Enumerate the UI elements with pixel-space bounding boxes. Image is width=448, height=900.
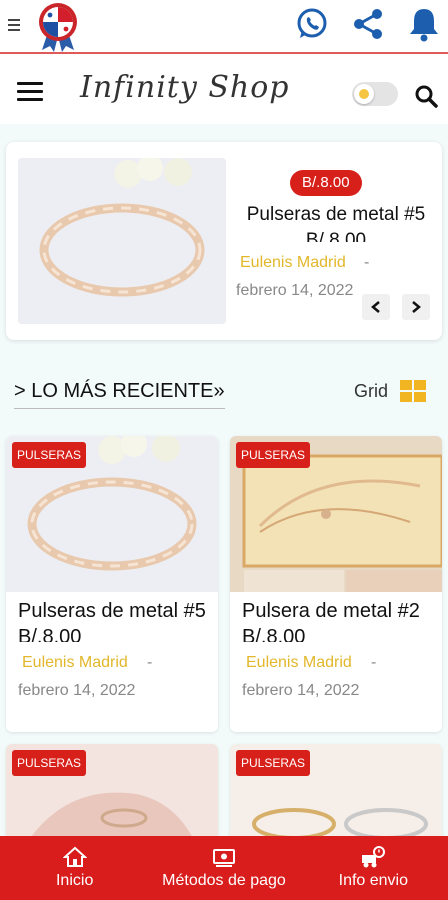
post-title[interactable]: Pulsera de metal #2 B/.8.00 — [242, 598, 438, 642]
post-separator: - — [371, 654, 377, 671]
hamburger-icon[interactable] — [17, 82, 43, 102]
nav-metodos-pago[interactable]: Métodos de pago — [149, 836, 298, 900]
grid-label: Grid — [354, 380, 389, 401]
featured-date: febrero 14, 2022 — [236, 282, 354, 299]
featured-slider[interactable]: B/.8.00 Pulseras de metal #5 B/.8.00 Eul… — [6, 142, 442, 340]
bell-icon[interactable] — [406, 6, 442, 42]
featured-author[interactable]: Eulenis Madrid — [240, 254, 346, 272]
search-icon[interactable] — [414, 84, 438, 108]
sun-icon — [354, 84, 374, 104]
featured-image[interactable] — [18, 158, 226, 324]
nav-label: Métodos de pago — [162, 872, 286, 889]
post-separator: - — [147, 654, 153, 671]
flag-badge-icon — [39, 3, 77, 52]
post-card[interactable]: PULSERAS — [6, 744, 218, 836]
payment-icon — [212, 849, 235, 867]
delivery-icon — [362, 846, 386, 868]
category-badge[interactable]: PULSERAS — [236, 442, 311, 468]
home-icon — [62, 846, 87, 867]
share-icon[interactable] — [350, 6, 386, 42]
menu-icon[interactable] — [8, 16, 22, 36]
content-area: B/.8.00 Pulseras de metal #5 B/.8.00 Eul… — [0, 124, 448, 836]
bottom-nav: Inicio Métodos de pago Info envio — [0, 836, 448, 900]
featured-separator: - — [364, 254, 370, 271]
slider-prev-button[interactable] — [362, 294, 390, 320]
post-author[interactable]: Eulenis Madrid — [22, 654, 128, 672]
theme-toggle[interactable] — [352, 82, 398, 106]
grid-icon — [400, 380, 427, 402]
price-badge: B/.8.00 — [290, 170, 362, 196]
category-badge[interactable]: PULSERAS — [236, 750, 311, 776]
nav-info-envio[interactable]: Info envio — [299, 836, 448, 900]
post-card[interactable]: PULSERAS — [230, 744, 442, 836]
post-date: febrero 14, 2022 — [18, 682, 136, 699]
chevron-right-icon — [412, 301, 421, 313]
app-header: Infinity Shop — [0, 56, 448, 124]
grid-view-toggle[interactable]: Grid — [354, 380, 427, 402]
featured-title[interactable]: Pulseras de metal #5 B/.8.00 — [238, 202, 434, 242]
post-author[interactable]: Eulenis Madrid — [246, 654, 352, 672]
post-card[interactable]: PULSERAS Pulsera de metal #2 B/.8.00 Eul… — [230, 436, 442, 732]
site-logo[interactable]: Infinity Shop — [80, 70, 289, 105]
nav-label: Inicio — [55, 872, 94, 889]
whatsapp-icon[interactable] — [294, 6, 330, 42]
post-date: febrero 14, 2022 — [242, 682, 360, 699]
chevron-left-icon — [371, 301, 380, 313]
section-title: > LO MÁS RECIENTE» — [14, 380, 225, 409]
category-badge[interactable]: PULSERAS — [12, 442, 87, 468]
slider-next-button[interactable] — [402, 294, 430, 320]
nav-inicio[interactable]: Inicio — [0, 836, 149, 900]
post-card[interactable]: PULSERAS Pulseras de metal #5 B/.8.00 Eu… — [6, 436, 218, 732]
top-bar — [0, 0, 448, 54]
category-badge[interactable]: PULSERAS — [12, 750, 87, 776]
post-title[interactable]: Pulseras de metal #5 B/.8.00 — [18, 598, 214, 642]
nav-label: Info envio — [338, 872, 409, 889]
